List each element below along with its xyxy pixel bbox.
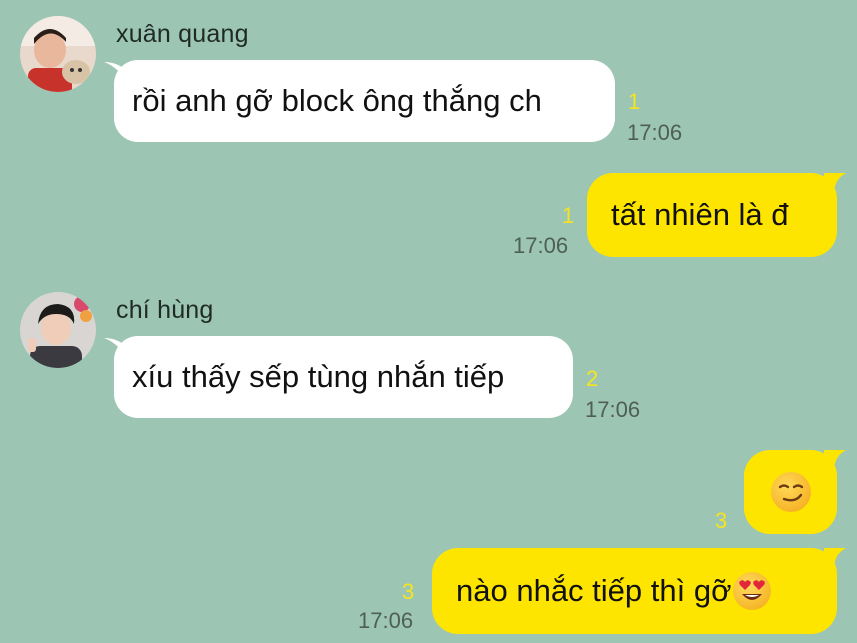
bubble-tail xyxy=(824,450,846,472)
message-text: nào nhắc tiếp thì gỡ xyxy=(456,573,732,608)
unread-count: 1 xyxy=(562,203,575,228)
sender-name: xuân quang xyxy=(116,20,249,48)
message-bubble[interactable]: nào nhắc tiếp thì gỡ xyxy=(432,548,837,634)
message-bubble[interactable]: tất nhiên là đ xyxy=(587,173,837,257)
smirk-emoji xyxy=(770,472,811,512)
message-bubble[interactable]: rồi anh gỡ block ông thắng ch xyxy=(114,60,615,142)
message-time: 17:06 xyxy=(358,608,414,633)
avatar-photo xyxy=(20,292,96,368)
message-time: 17:06 xyxy=(585,397,641,422)
sender-name: chí hùng xyxy=(116,296,214,324)
avatar-photo xyxy=(20,16,96,92)
message-text: rồi anh gỡ block ông thắng ch xyxy=(132,83,542,118)
message-text: xíu thấy sếp tùng nhắn tiếp xyxy=(132,359,505,394)
avatar-xuan-quang[interactable] xyxy=(20,16,96,92)
message-text: tất nhiên là đ xyxy=(611,197,789,232)
unread-count: 3 xyxy=(715,508,728,533)
message-time: 17:06 xyxy=(513,233,569,258)
unread-count: 3 xyxy=(402,579,415,604)
avatar-chi-hung[interactable] xyxy=(20,292,96,368)
bubble-tail xyxy=(824,548,846,570)
message-time: 17:06 xyxy=(627,120,683,145)
heart-eyes-emoji xyxy=(733,572,772,610)
unread-count: 1 xyxy=(628,89,641,114)
bubble-tail xyxy=(824,173,846,195)
message-bubble[interactable]: xíu thấy sếp tùng nhắn tiếp xyxy=(114,336,573,418)
unread-count: 2 xyxy=(586,366,599,391)
